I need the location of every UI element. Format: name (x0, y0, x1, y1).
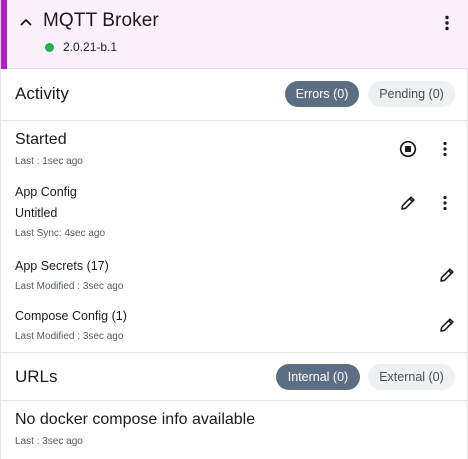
compose-config-title: Compose Config (1) (15, 309, 127, 323)
app-secrets-title: App Secrets (17) (15, 259, 109, 273)
external-tab[interactable]: External (0) (368, 364, 455, 390)
pencil-icon[interactable] (399, 194, 417, 212)
compose-info-last: Last : 3sec ago (15, 436, 83, 447)
started-last: Last : 1sec ago (15, 156, 83, 167)
compose-info-title: No docker compose info available (15, 411, 256, 428)
pencil-icon[interactable] (438, 316, 456, 334)
app-config-last-sync: Last Sync: 4sec ago (15, 228, 106, 239)
errors-tab[interactable]: Errors (0) (285, 81, 359, 107)
app-config-title: App Config (15, 185, 77, 199)
app-version: 2.0.21-b.1 (63, 40, 118, 54)
app-title: MQTT Broker (43, 10, 159, 31)
pencil-icon[interactable] (438, 266, 456, 284)
header-accent-bar (1, 0, 7, 69)
urls-title: URLs (15, 367, 58, 386)
more-vert-icon[interactable] (436, 140, 454, 158)
status-dot (45, 43, 54, 52)
compose-config-last-modified: Last Modified : 3sec ago (15, 331, 124, 342)
activity-title: Activity (15, 84, 69, 103)
app-secrets-last-modified: Last Modified : 3sec ago (15, 281, 124, 292)
section-divider (1, 400, 468, 401)
section-divider (1, 352, 468, 353)
more-vert-icon[interactable] (436, 194, 454, 212)
more-vert-icon[interactable] (438, 14, 456, 32)
started-title: Started (15, 131, 67, 148)
stop-circle-icon[interactable] (399, 140, 417, 158)
app-config-value: Untitled (15, 206, 58, 220)
section-divider (1, 120, 468, 121)
pending-tab[interactable]: Pending (0) (368, 81, 455, 107)
chevron-up-icon[interactable] (18, 14, 34, 30)
internal-tab[interactable]: Internal (0) (276, 364, 360, 390)
app-detail-panel: MQTT Broker 2.0.21-b.1 Activity Errors (… (0, 0, 468, 459)
app-header: MQTT Broker 2.0.21-b.1 (1, 0, 468, 69)
